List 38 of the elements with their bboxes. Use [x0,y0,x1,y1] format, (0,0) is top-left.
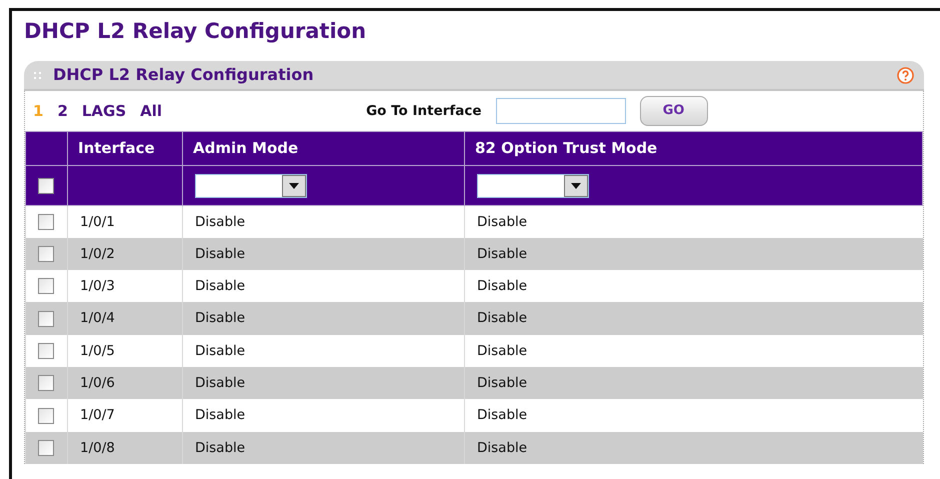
checkbox[interactable] [38,375,54,392]
caret-icon [289,182,299,188]
interface-field[interactable] [496,98,626,124]
checkbox[interactable] [38,343,54,359]
grip-icon [34,72,41,78]
table-cell: Disable [182,302,464,335]
table-cell: Disable [464,238,922,270]
checkbox[interactable] [38,214,54,230]
column-header: Admin Mode [182,132,464,166]
dropdown[interactable] [477,174,589,198]
page-link[interactable]: LAGS [82,100,126,122]
table-cell: Disable [182,238,464,270]
table-cell: 1/0/4 [68,302,182,335]
page-link[interactable]: All [140,100,162,122]
checkbox[interactable] [38,246,54,262]
table-cell: Disable [464,302,922,335]
table-cell: Disable [464,366,922,400]
table-cell: 1/0/6 [68,366,182,400]
table-cell: Disable [182,366,464,400]
checkbox[interactable] [38,408,54,424]
go-to-interface-label: Go To Interface [366,102,482,121]
help-icon[interactable] [897,66,914,84]
go-button[interactable]: GO [640,96,708,126]
column-header: Interface [68,132,182,166]
caret-icon [571,182,581,188]
page-title: DHCP L2 Relay Configuration [24,18,368,45]
table-cell: Disable [182,432,464,464]
checkbox[interactable] [38,178,54,194]
page-link[interactable]: 2 [57,100,68,122]
panel-title: DHCP L2 Relay Configuration [53,64,314,86]
checkbox[interactable] [38,310,54,327]
checkbox[interactable] [38,440,54,456]
dropdown[interactable] [195,174,307,198]
column-header: 82 Option Trust Mode [464,132,922,166]
table-cell: 1/0/8 [68,432,182,464]
table-cell: Disable [464,432,922,464]
checkbox[interactable] [38,278,54,294]
table-cell: 1/0/2 [68,238,182,270]
